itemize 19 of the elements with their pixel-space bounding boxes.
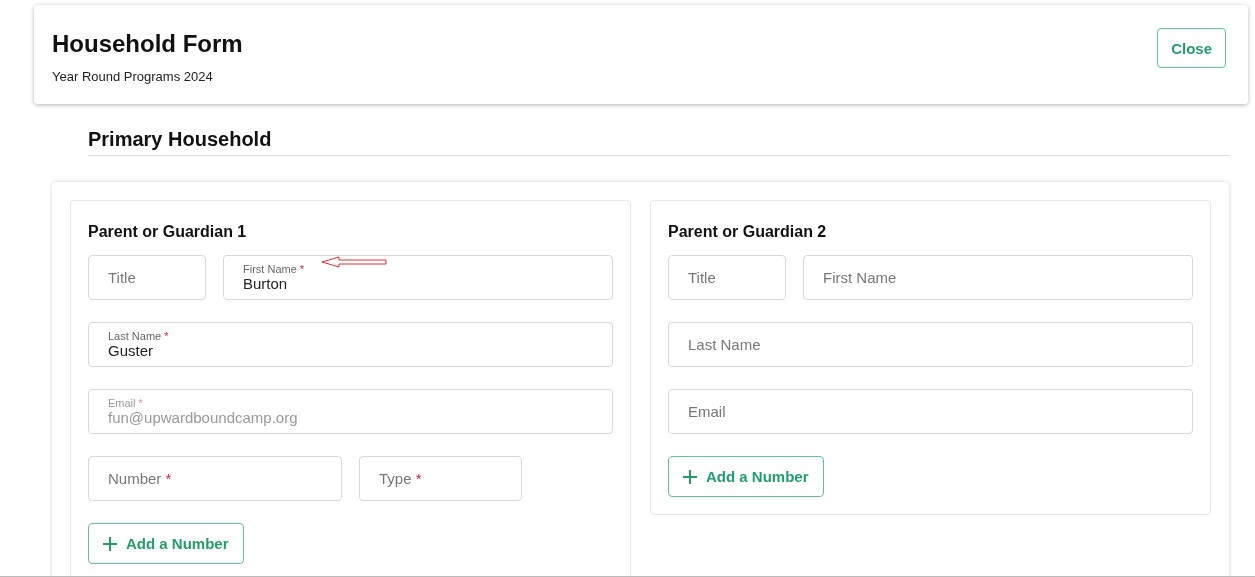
add-number-button[interactable]: Add a Number (668, 456, 824, 497)
close-button[interactable]: Close (1157, 28, 1226, 68)
text-field[interactable]: Email (668, 389, 1193, 434)
plus-icon (103, 536, 117, 551)
form-title: Household Form (52, 29, 243, 59)
text-field[interactable]: Last Name (668, 322, 1193, 367)
text-field[interactable]: Type * (359, 456, 522, 501)
panel-title: Parent or Guardian 2 (668, 223, 827, 241)
text-field[interactable]: Title (668, 255, 786, 300)
text-field[interactable]: Title (88, 255, 206, 300)
text-field[interactable]: Number * (88, 456, 342, 501)
text-field[interactable]: Last Name * Guster (88, 322, 613, 367)
plus-icon (683, 469, 697, 484)
text-field[interactable]: First Name * Burton (223, 255, 613, 300)
section-title: Primary Household (88, 128, 272, 152)
panel-title: Parent or Guardian 1 (88, 223, 247, 241)
text-field[interactable]: First Name (803, 255, 1193, 300)
add-number-button[interactable]: Add a Number (88, 523, 244, 564)
form-subtitle: Year Round Programs 2024 (52, 69, 214, 84)
